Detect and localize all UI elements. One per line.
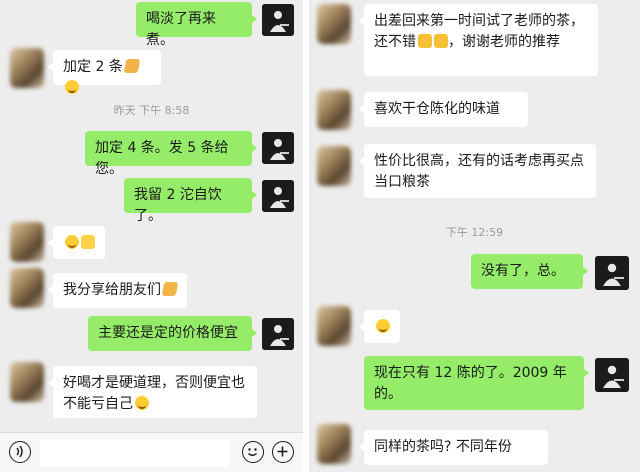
message-bubble-incoming[interactable]: 加定 2 条 <box>48 50 161 94</box>
message-bubble-incoming[interactable]: 出差回来第一时间试了老师的茶，还不错 ，谢谢老师的推荐 <box>359 4 598 76</box>
grin-emoji-icon <box>65 235 79 249</box>
message-text: 现在只有 12 陈的了。2009 年的。 <box>374 365 567 402</box>
voice-icon[interactable] <box>9 441 31 463</box>
avatar-contact[interactable] <box>10 362 44 402</box>
timestamp: 下午 12:59 <box>445 226 504 239</box>
message-bubble-outgoing[interactable]: 没有了，总。 <box>471 254 588 289</box>
timestamp: 昨天 下午 8:58 <box>113 104 190 117</box>
avatar-contact[interactable] <box>10 268 44 308</box>
emoji-icon[interactable] <box>242 441 264 463</box>
avatar-contact[interactable] <box>317 306 351 346</box>
message-text: 加定 4 条。发 5 条给您。 <box>95 140 229 177</box>
message-bubble-incoming[interactable]: 性价比很高，还有的话考虑再买点当口粮茶 <box>359 144 596 198</box>
message-bubble-outgoing[interactable]: 加定 4 条。发 5 条给您。 <box>85 131 257 177</box>
message-input[interactable] <box>40 439 230 467</box>
message-text: 喝淡了再来煮。 <box>146 11 216 48</box>
chat-input-bar <box>0 432 303 472</box>
crying-emoji-icon <box>376 319 390 333</box>
message-bubble-incoming[interactable] <box>48 226 105 259</box>
message-text: 同样的茶吗? 不同年份 <box>374 439 512 455</box>
message-bubble-incoming[interactable]: 喜欢干仓陈化的味道 <box>359 92 528 127</box>
message-bubble-incoming[interactable]: 好喝才是硬道理，否则便宜也不能亏自己 <box>48 366 257 418</box>
thumbs-up-emoji-icon <box>418 34 432 48</box>
avatar-contact[interactable] <box>10 222 44 262</box>
message-bubble-outgoing[interactable]: 我留 2 沱自饮了。 <box>124 178 257 224</box>
avatar-contact[interactable] <box>317 424 351 464</box>
avatar-self[interactable] <box>262 132 294 164</box>
chat-pane-right: 出差回来第一时间试了老师的茶，还不错 ，谢谢老师的推荐 喜欢干仓陈化的味道 性价比… <box>309 0 640 472</box>
smile-emoji-icon <box>65 80 79 94</box>
thumbs-up-emoji-icon <box>434 34 448 48</box>
avatar-self[interactable] <box>262 180 294 212</box>
chat-pane-left: 喝淡了再来煮。 加定 2 条 昨天 下午 8:58 加定 4 条。发 5 条给您… <box>0 0 303 472</box>
message-bubble-incoming[interactable]: 同样的茶吗? 不同年份 <box>359 430 548 465</box>
message-text: 没有了，总。 <box>481 263 565 279</box>
avatar-self[interactable] <box>262 4 294 36</box>
message-bubble-outgoing[interactable]: 喝淡了再来煮。 <box>136 2 257 48</box>
message-text: 主要还是定的价格便宜 <box>98 325 238 341</box>
avatar-self[interactable] <box>595 358 629 392</box>
message-bubble-outgoing[interactable]: 主要还是定的价格便宜 <box>88 316 257 351</box>
ok-hand-emoji-icon <box>81 235 95 249</box>
avatar-contact[interactable] <box>317 4 351 44</box>
message-text: 我留 2 沱自饮了。 <box>134 187 222 224</box>
avatar-self[interactable] <box>595 256 629 290</box>
wink-emoji-icon <box>135 396 149 410</box>
message-bubble-incoming[interactable] <box>359 310 400 343</box>
message-text: 喜欢干仓陈化的味道 <box>374 101 500 117</box>
message-text-continued: ，谢谢老师的推荐 <box>448 34 560 50</box>
plus-icon[interactable] <box>272 441 294 463</box>
chat-screenshot-collage: 喝淡了再来煮。 加定 2 条 昨天 下午 8:58 加定 4 条。发 5 条给您… <box>0 0 640 472</box>
avatar-contact[interactable] <box>10 48 44 88</box>
pray-emoji-icon <box>161 282 179 296</box>
pray-emoji-icon <box>123 59 141 73</box>
message-text: 性价比很高，还有的话考虑再买点当口粮茶 <box>374 153 584 190</box>
message-bubble-outgoing[interactable]: 现在只有 12 陈的了。2009 年的。 <box>364 356 589 410</box>
message-text: 我分享给朋友们 <box>63 282 161 298</box>
message-bubble-incoming[interactable]: 我分享给朋友们 <box>48 273 187 308</box>
message-text: 好喝才是硬道理，否则便宜也不能亏自己 <box>63 375 245 412</box>
avatar-self[interactable] <box>262 318 294 350</box>
avatar-contact[interactable] <box>317 146 351 186</box>
message-text: 加定 2 条 <box>63 59 123 75</box>
avatar-contact[interactable] <box>317 90 351 130</box>
